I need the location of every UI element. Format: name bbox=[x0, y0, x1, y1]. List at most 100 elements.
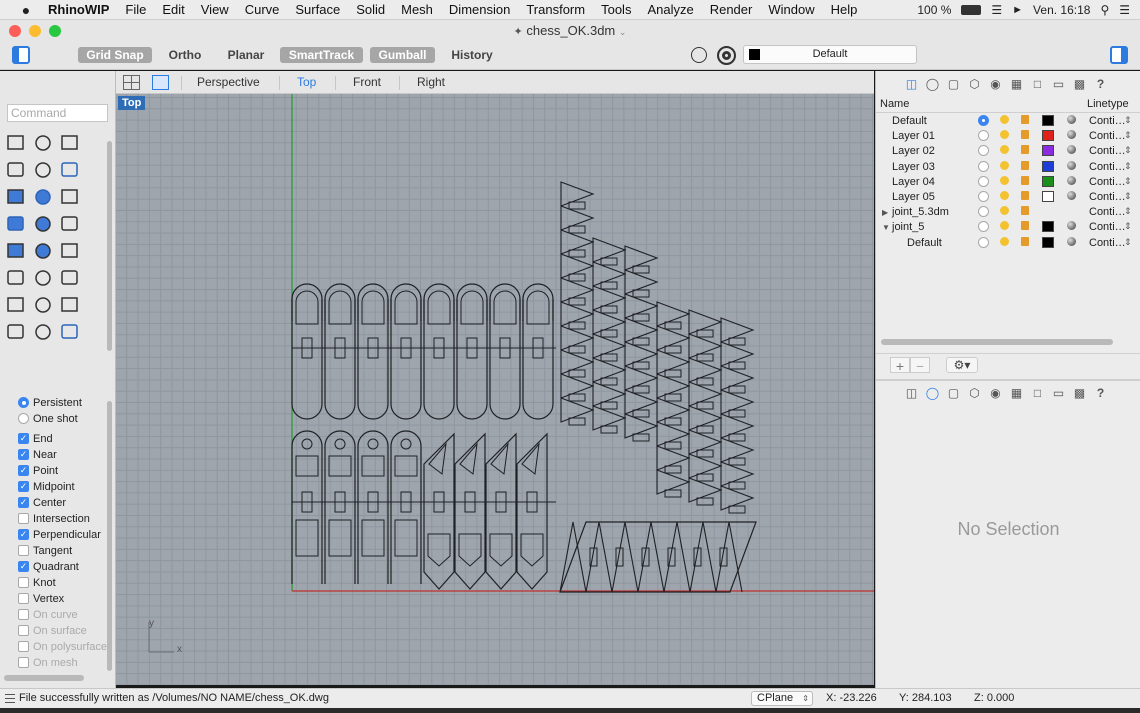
layer-linetype[interactable]: Conti… bbox=[1089, 237, 1126, 249]
viewport-geometry[interactable] bbox=[116, 94, 874, 685]
capsule-window[interactable] bbox=[526, 290, 550, 325]
document-title-text[interactable]: chess_OK.3dm bbox=[526, 23, 615, 38]
battery-icon[interactable] bbox=[961, 5, 982, 15]
current-layer-radio[interactable] bbox=[978, 175, 989, 187]
lattice-slot[interactable] bbox=[664, 369, 682, 378]
mesh-tool-icon[interactable] bbox=[35, 324, 51, 340]
layer-linetype[interactable]: Conti… bbox=[1089, 115, 1126, 127]
polygon-tool-icon[interactable] bbox=[61, 162, 78, 177]
col-name[interactable]: Name bbox=[880, 98, 909, 110]
menu-render[interactable]: Render bbox=[710, 2, 753, 17]
left-hscrollbar[interactable] bbox=[4, 675, 84, 681]
material-sphere-icon[interactable] bbox=[1067, 236, 1076, 246]
menu-file[interactable]: File bbox=[125, 2, 146, 17]
layer-linetype[interactable]: Conti… bbox=[1089, 145, 1126, 157]
col-linetype[interactable]: Linetype bbox=[1087, 98, 1129, 110]
app-menu[interactable]: RhinoWIP bbox=[48, 2, 109, 17]
lattice-slot[interactable] bbox=[632, 313, 650, 322]
lightbulb-visible-icon[interactable] bbox=[1000, 191, 1009, 200]
osnap-knot[interactable]: Knot bbox=[18, 575, 56, 590]
lattice-slot[interactable] bbox=[568, 273, 586, 282]
object-icon[interactable]: ⬡ bbox=[966, 385, 983, 402]
lattice-slot[interactable] bbox=[696, 473, 714, 482]
stepper-icon[interactable]: ⇕ bbox=[1124, 176, 1132, 187]
osnap-vertex[interactable]: Vertex bbox=[18, 591, 64, 606]
monitor-icon[interactable]: ▩ bbox=[1071, 76, 1088, 93]
tag-bottom-window[interactable] bbox=[295, 519, 319, 557]
lattice-slot[interactable] bbox=[696, 329, 714, 338]
lattice-slot[interactable] bbox=[600, 329, 618, 338]
lock-icon[interactable] bbox=[1021, 145, 1029, 155]
lock-icon[interactable] bbox=[1021, 191, 1029, 200]
tag-piece[interactable] bbox=[324, 430, 356, 584]
lattice-slot[interactable] bbox=[664, 345, 682, 354]
arc-tool-icon[interactable] bbox=[35, 270, 51, 286]
tag-piece[interactable] bbox=[390, 430, 422, 584]
lattice-slot[interactable] bbox=[600, 353, 618, 362]
layers-icon[interactable]: ◫ bbox=[903, 385, 920, 402]
tag-window[interactable] bbox=[361, 455, 385, 477]
lattice-slot[interactable] bbox=[728, 505, 746, 514]
layer-name[interactable]: Layer 04 bbox=[892, 176, 935, 188]
gear-icon[interactable]: ⚙▾ bbox=[946, 357, 978, 373]
layer-row[interactable]: Layer 02 Conti… ⇕ bbox=[876, 144, 1140, 159]
tag-hole[interactable] bbox=[400, 438, 412, 450]
lattice-slot[interactable] bbox=[664, 321, 682, 330]
planar-toggle[interactable]: Planar bbox=[221, 47, 271, 63]
cylinder-tool-icon[interactable] bbox=[61, 216, 78, 231]
blade-window[interactable] bbox=[427, 533, 451, 567]
camera-icon[interactable]: ◉ bbox=[987, 385, 1004, 402]
lattice-slot[interactable] bbox=[696, 377, 714, 386]
layer-row[interactable]: ▶ joint_5.3dm Conti… ⇕ bbox=[876, 205, 1140, 220]
osnap-near[interactable]: ✓ Near bbox=[18, 447, 57, 462]
lattice-slot[interactable] bbox=[728, 409, 746, 418]
cplane-select[interactable]: CPlane ⇕ bbox=[751, 691, 813, 706]
layer-linetype[interactable]: Conti… bbox=[1089, 191, 1126, 203]
layer-color-swatch[interactable] bbox=[1042, 191, 1054, 202]
notes-icon[interactable]: □ bbox=[1029, 76, 1046, 93]
osnap-end[interactable]: ✓ End bbox=[18, 431, 53, 446]
monitor-icon[interactable]: ▩ bbox=[1071, 385, 1088, 402]
menu-curve[interactable]: Curve bbox=[245, 2, 280, 17]
layer-row[interactable]: Layer 03 Conti… ⇕ bbox=[876, 160, 1140, 175]
expand-arrow-icon[interactable]: ▶ bbox=[882, 208, 888, 217]
stepper-icon[interactable]: ⇕ bbox=[1124, 191, 1132, 202]
lightbulb-visible-icon[interactable] bbox=[1000, 130, 1009, 140]
osnap-intersection[interactable]: Intersection bbox=[18, 511, 90, 526]
osnap-midpoint[interactable]: ✓ Midpoint bbox=[18, 479, 75, 494]
layer-linetype[interactable]: Conti… bbox=[1089, 161, 1126, 173]
remove-layer-button[interactable]: − bbox=[910, 357, 930, 374]
blade-notch[interactable] bbox=[521, 442, 540, 475]
polyline-tool-icon[interactable] bbox=[7, 135, 24, 150]
lattice-slot[interactable] bbox=[600, 425, 618, 434]
document-icon[interactable]: ▢ bbox=[945, 76, 962, 93]
lattice-slot[interactable] bbox=[696, 353, 714, 362]
menu-mesh[interactable]: Mesh bbox=[401, 2, 433, 17]
lattice-slot[interactable] bbox=[600, 377, 618, 386]
material-sphere-icon[interactable] bbox=[1067, 130, 1076, 140]
tag-piece[interactable] bbox=[291, 430, 323, 584]
lattice-slot[interactable] bbox=[568, 345, 586, 354]
tag-piece[interactable] bbox=[357, 430, 389, 584]
help-icon[interactable]: ? bbox=[1092, 76, 1109, 93]
layer-row[interactable]: Layer 05 Conti… ⇕ bbox=[876, 190, 1140, 205]
tool-palette-scrollbar[interactable] bbox=[107, 141, 112, 351]
layer-row[interactable]: Layer 04 Conti… ⇕ bbox=[876, 175, 1140, 190]
menu-transform[interactable]: Transform bbox=[526, 2, 585, 17]
toggle-sidebar-left-icon[interactable] bbox=[12, 46, 30, 64]
tab-right[interactable]: Right bbox=[417, 75, 445, 89]
command-input[interactable]: Command bbox=[7, 104, 108, 122]
object-icon[interactable]: ⬡ bbox=[966, 76, 983, 93]
tag-hole[interactable] bbox=[334, 438, 346, 450]
notes-icon[interactable]: □ bbox=[1029, 385, 1046, 402]
layers-icon[interactable]: ◫ bbox=[903, 76, 920, 93]
layer-name[interactable]: joint_5.3dm bbox=[892, 206, 949, 218]
circle-tool-icon[interactable] bbox=[35, 135, 51, 151]
material-sphere-icon[interactable] bbox=[1067, 175, 1076, 185]
materials-icon[interactable]: ▦ bbox=[1008, 385, 1025, 402]
tag-window[interactable] bbox=[328, 455, 352, 477]
array-tool-icon[interactable] bbox=[61, 297, 78, 312]
current-layer-radio[interactable] bbox=[978, 115, 989, 126]
osnap-tangent[interactable]: Tangent bbox=[18, 543, 72, 558]
current-layer-radio[interactable] bbox=[978, 130, 989, 142]
